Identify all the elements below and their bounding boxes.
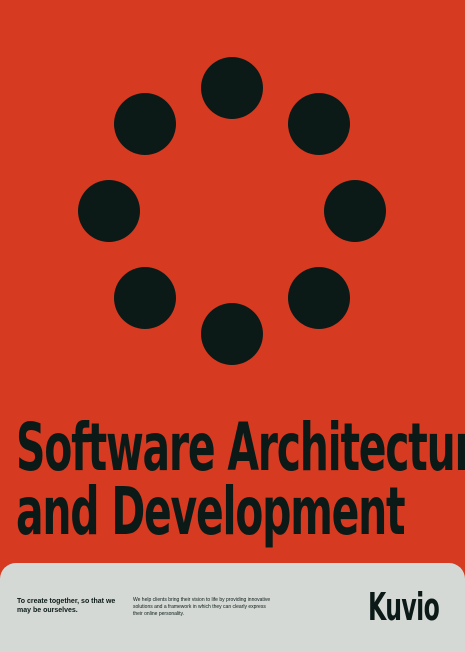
dot-7 xyxy=(78,180,140,242)
footer-description: We help clients bring their vision to li… xyxy=(133,597,271,617)
dot-ring-group xyxy=(78,57,386,365)
poster-title: Software Architecture and Development xyxy=(16,409,465,550)
dot-2 xyxy=(288,93,350,155)
dot-8 xyxy=(114,93,176,155)
brand-logo: Kuvio xyxy=(368,585,440,629)
dot-4 xyxy=(288,267,350,329)
dot-3 xyxy=(324,180,386,242)
title-line-2: and Development xyxy=(16,473,406,550)
poster: Software Architecture and Development To… xyxy=(0,0,465,652)
dot-5 xyxy=(201,303,263,365)
dot-ring xyxy=(78,57,386,365)
dot-1 xyxy=(201,57,263,119)
footer-tagline: To create together, so that we may be ou… xyxy=(17,598,116,614)
dot-6 xyxy=(114,267,176,329)
title-line-1: Software Architecture xyxy=(16,409,465,486)
